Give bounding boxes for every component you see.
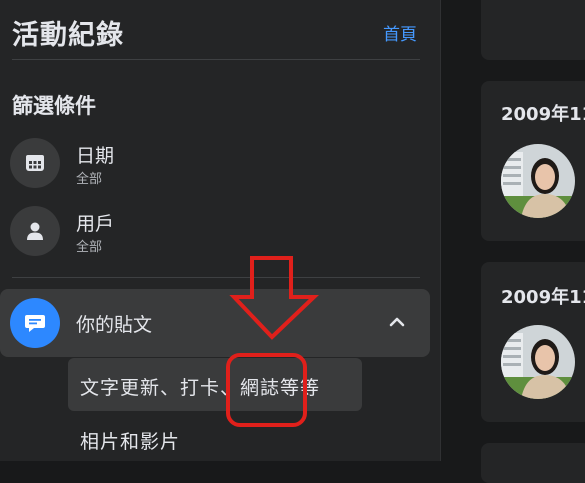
avatar[interactable] — [501, 144, 575, 218]
feed-card: 2009年11 — [481, 262, 585, 422]
chevron-up-icon[interactable] — [386, 311, 408, 333]
person-icon — [10, 206, 60, 256]
filter-date[interactable]: 日期 全部 — [10, 136, 430, 190]
feed-card — [481, 443, 585, 483]
filter-user-value: 全部 — [76, 240, 103, 255]
home-link[interactable]: 首頁 — [383, 20, 417, 45]
your-posts-category[interactable]: 你的貼文 — [0, 289, 430, 357]
subitem-text-updates-label: 文字更新、打卡、網誌等等 — [80, 377, 321, 399]
subitem-text-updates[interactable]: 文字更新、打卡、網誌等等 — [68, 358, 362, 411]
feed-card — [481, 0, 585, 60]
filter-date-value: 全部 — [76, 172, 103, 187]
divider — [12, 59, 420, 60]
card-date: 2009年11 — [501, 104, 585, 125]
card-date: 2009年11 — [501, 287, 585, 308]
filter-date-label: 日期 — [76, 145, 115, 167]
your-posts-label: 你的貼文 — [76, 314, 153, 336]
activity-log-sidebar: 活動紀錄 首頁 篩選條件 日期 全部 用戶 全部 你的貼文 文字更新、打卡、網誌… — [0, 0, 441, 461]
filter-user-label: 用戶 — [76, 213, 115, 235]
filter-user[interactable]: 用戶 全部 — [10, 204, 430, 258]
message-icon — [10, 298, 60, 348]
divider — [12, 277, 420, 278]
avatar[interactable] — [501, 325, 575, 399]
feed-card: 2009年11 — [481, 81, 585, 241]
page-title: 活動紀錄 — [12, 20, 124, 51]
filter-section-title: 篩選條件 — [12, 94, 96, 118]
subitem-photos-videos[interactable]: 相片和影片 — [80, 427, 180, 454]
calendar-icon — [10, 138, 60, 188]
